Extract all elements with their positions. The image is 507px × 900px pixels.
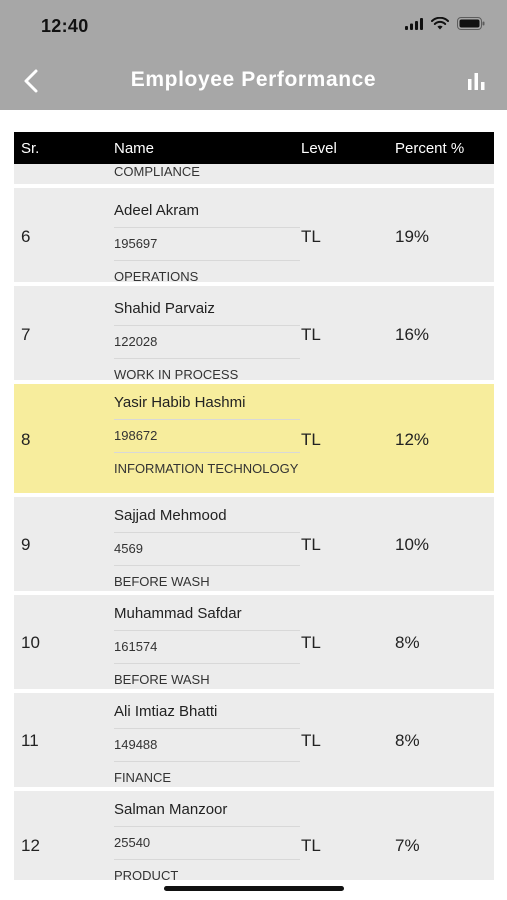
employee-level: TL	[301, 227, 321, 246]
table-header: Sr. Name Level Percent %	[14, 132, 494, 164]
employee-name: Adeel Akram	[114, 195, 300, 228]
bar-chart-icon	[468, 73, 485, 90]
home-indicator[interactable]	[164, 886, 344, 891]
column-header-name: Name	[114, 140, 155, 157]
employee-id: 122028	[114, 326, 300, 359]
employee-percent: 16%	[395, 325, 430, 344]
employee-percent: 10%	[395, 535, 430, 554]
employee-name: Shahid Parvaiz	[114, 293, 300, 326]
table-row-partial: COMPLIANCE	[14, 164, 494, 184]
status-bar: 12:40	[0, 0, 507, 54]
app-header: 12:40 Employee Performance	[0, 0, 507, 110]
row-serial: 12	[21, 836, 40, 855]
column-header-level: Level	[301, 140, 337, 157]
row-serial: 7	[21, 325, 31, 344]
employee-name: Yasir Habib Hashmi	[114, 387, 300, 420]
employee-department: INFORMATION TECHNOLOGY	[114, 461, 299, 476]
employee-department: COMPLIANCE	[114, 164, 200, 179]
employee-level: TL	[301, 731, 321, 750]
table-row-highlighted[interactable]: 8 Yasir Habib Hashmi 198672 INFORMATION …	[14, 384, 494, 493]
column-header-percent: Percent %	[395, 140, 465, 157]
nav-bar: Employee Performance	[0, 54, 507, 110]
employee-level: TL	[301, 430, 321, 449]
wifi-icon	[431, 17, 449, 30]
row-serial: 9	[21, 535, 31, 554]
employee-name: Sajjad Mehmood	[114, 500, 300, 533]
employee-id: 4569	[114, 533, 300, 566]
table-row[interactable]: 10 Muhammad Safdar 161574 BEFORE WASH TL…	[14, 595, 494, 689]
row-serial: 6	[21, 227, 31, 246]
employee-info: Salman Manzoor 25540 PRODUCT	[114, 794, 300, 880]
signal-icon	[405, 17, 423, 30]
column-header-sr: Sr.	[21, 140, 40, 157]
chart-button[interactable]	[465, 70, 487, 92]
employee-info: Adeel Akram 195697 OPERATIONS	[114, 195, 300, 284]
employee-id: 25540	[114, 827, 300, 860]
employee-list[interactable]: COMPLIANCE 6 Adeel Akram 195697 OPERATIO…	[14, 164, 494, 880]
status-time: 12:40	[41, 16, 89, 36]
employee-percent: 8%	[395, 633, 420, 652]
employee-department: WORK IN PROCESS	[114, 367, 239, 382]
employee-percent: 19%	[395, 227, 430, 246]
employee-id: 198672	[114, 420, 300, 453]
employee-info: Sajjad Mehmood 4569 BEFORE WASH	[114, 500, 300, 589]
employee-name: Salman Manzoor	[114, 794, 300, 827]
employee-level: TL	[301, 836, 321, 855]
employee-info: Ali Imtiaz Bhatti 149488 FINANCE	[114, 696, 300, 785]
employee-id: 161574	[114, 631, 300, 664]
employee-info: Shahid Parvaiz 122028 WORK IN PROCESS	[114, 293, 300, 382]
employee-level: TL	[301, 535, 321, 554]
table-row[interactable]: 12 Salman Manzoor 25540 PRODUCT TL 7%	[14, 791, 494, 880]
employee-info: Yasir Habib Hashmi 198672 INFORMATION TE…	[114, 387, 300, 476]
employee-department: BEFORE WASH	[114, 574, 210, 589]
employee-department: BEFORE WASH	[114, 672, 210, 687]
employee-name: Muhammad Safdar	[114, 598, 300, 631]
employee-id: 149488	[114, 729, 300, 762]
employee-level: TL	[301, 325, 321, 344]
employee-info: Muhammad Safdar 161574 BEFORE WASH	[114, 598, 300, 687]
table-row[interactable]: 9 Sajjad Mehmood 4569 BEFORE WASH TL 10%	[14, 497, 494, 591]
battery-icon	[457, 17, 485, 30]
employee-name: Ali Imtiaz Bhatti	[114, 696, 300, 729]
employee-department: FINANCE	[114, 770, 172, 785]
row-serial: 8	[21, 430, 31, 449]
status-icons	[405, 17, 485, 30]
table-row[interactable]: 6 Adeel Akram 195697 OPERATIONS TL 19%	[14, 188, 494, 284]
employee-percent: 7%	[395, 836, 420, 855]
employee-level: TL	[301, 633, 321, 652]
table-row[interactable]: 7 Shahid Parvaiz 122028 WORK IN PROCESS …	[14, 286, 494, 382]
row-serial: 11	[21, 731, 39, 750]
page-title: Employee Performance	[130, 68, 377, 91]
employee-department: OPERATIONS	[114, 269, 199, 284]
row-serial: 10	[21, 633, 40, 652]
employee-percent: 8%	[395, 731, 420, 750]
table-row[interactable]: 11 Ali Imtiaz Bhatti 149488 FINANCE TL 8…	[14, 693, 494, 787]
employee-id: 195697	[114, 228, 300, 261]
employee-percent: 12%	[395, 430, 430, 449]
employee-department: PRODUCT	[114, 868, 179, 880]
